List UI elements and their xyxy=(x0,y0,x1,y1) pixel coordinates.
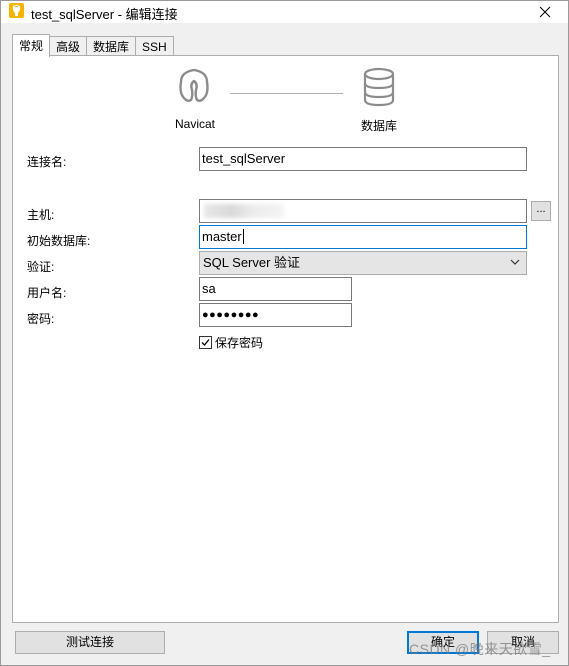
tab-general[interactable]: 常规 xyxy=(12,34,51,57)
tab-advanced[interactable]: 高级 xyxy=(49,36,88,56)
navicat-app-icon xyxy=(9,3,24,18)
initial-database-value: master xyxy=(202,229,242,244)
password-input[interactable]: ●●●●●●●● xyxy=(199,303,352,327)
host-redacted-mask xyxy=(204,204,284,218)
save-password-option[interactable]: 保存密码 xyxy=(199,334,263,351)
checkmark-icon xyxy=(201,339,210,346)
password-label: 密码: xyxy=(27,312,55,326)
username-label: 用户名: xyxy=(27,286,67,300)
authentication-select[interactable]: SQL Server 验证 xyxy=(199,251,527,275)
navicat-logo-icon xyxy=(179,68,209,102)
host-label: 主机: xyxy=(27,208,55,222)
connection-line xyxy=(230,93,343,94)
connection-name-input[interactable]: test_sqlServer xyxy=(199,147,527,171)
text-caret xyxy=(242,229,244,244)
chevron-down-icon xyxy=(510,259,520,265)
save-password-checkbox[interactable] xyxy=(199,336,212,349)
authentication-label: 验证: xyxy=(27,260,55,274)
tab-bar: 常规 高级 数据库 SSH xyxy=(12,34,174,57)
window-title: test_sqlServer - 编辑连接 xyxy=(31,7,178,22)
navicat-label: Navicat xyxy=(174,117,215,131)
database-label: 数据库 xyxy=(360,119,397,133)
host-browse-button[interactable]: ... xyxy=(531,201,551,221)
close-button[interactable] xyxy=(522,1,568,23)
username-input[interactable]: sa xyxy=(199,277,352,301)
authentication-value: SQL Server 验证 xyxy=(203,255,301,270)
initial-database-input[interactable]: master xyxy=(199,225,527,249)
general-tab-panel: Navicat 数据库 连接名: test_sqlServer 主机: ... … xyxy=(12,55,559,623)
connection-name-label: 连接名: xyxy=(27,155,67,169)
database-icon xyxy=(363,67,395,107)
test-connection-button[interactable]: 测试连接 xyxy=(15,631,165,654)
host-input[interactable] xyxy=(199,199,527,223)
save-password-label: 保存密码 xyxy=(215,336,264,350)
tab-databases[interactable]: 数据库 xyxy=(86,36,137,56)
tab-ssh[interactable]: SSH xyxy=(135,36,174,56)
watermark: CSDN @晚来天欲雪_ xyxy=(409,641,551,657)
edit-connection-dialog: test_sqlServer - 编辑连接 常规 高级 数据库 SSH Navi… xyxy=(0,0,569,666)
title-bar: test_sqlServer - 编辑连接 xyxy=(1,1,568,23)
initial-database-label: 初始数据库: xyxy=(27,234,91,248)
close-icon xyxy=(539,6,551,18)
